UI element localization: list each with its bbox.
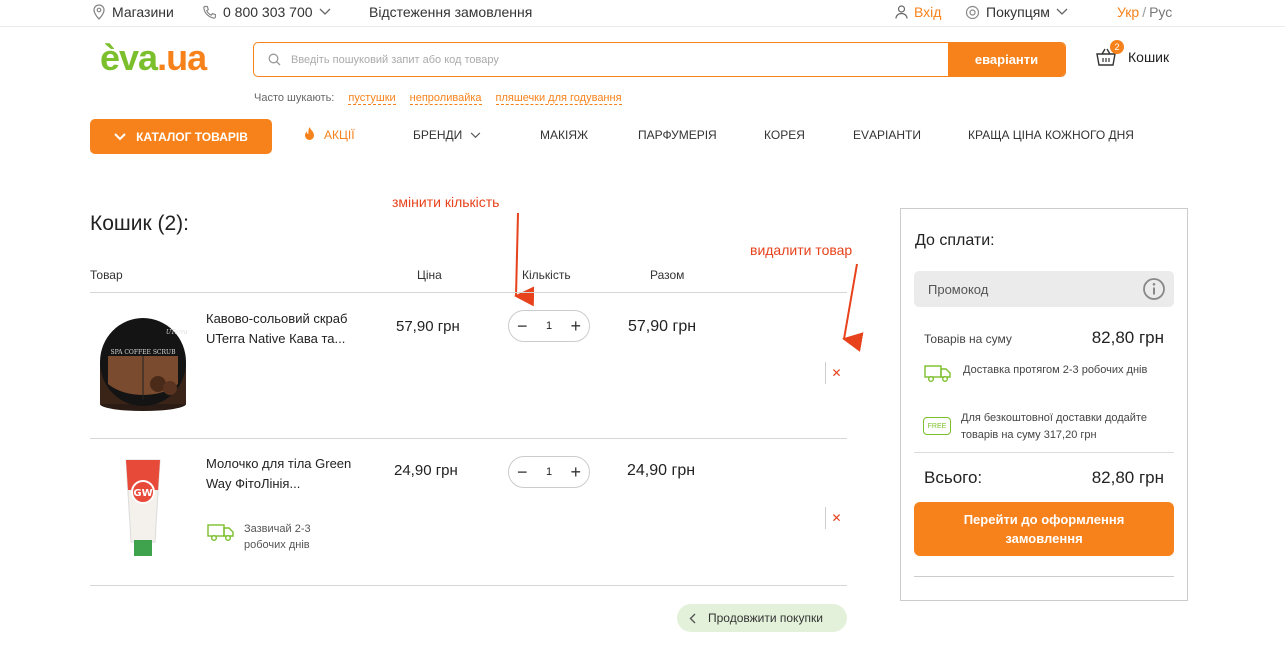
- delivery-text: Зазвичай 2-3 робочих днів: [244, 523, 311, 551]
- free-delivery-text: Для безкоштовної доставки додайте товарі…: [961, 412, 1147, 441]
- total-row: Всього: 82,80 грн: [924, 468, 1164, 488]
- summary-title: До сплати:: [915, 232, 995, 249]
- product-name[interactable]: Кавово-сольовий скраб UTerra Native Кава…: [206, 309, 356, 349]
- order-summary: До сплати: Промокод Товарів на суму 82,8…: [900, 208, 1188, 601]
- column-price: Ціна: [417, 268, 442, 282]
- product-total: 57,90 грн: [628, 318, 697, 335]
- delete-button[interactable]: ✕: [825, 362, 847, 384]
- quantity-stepper: − 1 +: [508, 310, 590, 342]
- column-quantity: Кількість: [522, 268, 571, 282]
- delete-button[interactable]: ✕: [825, 507, 847, 529]
- promo-placeholder: Промокод: [928, 281, 989, 297]
- minus-icon[interactable]: −: [517, 317, 528, 335]
- divider: [914, 452, 1174, 453]
- product-price: 24,90 грн: [394, 462, 458, 479]
- delivery-info: Зазвичай 2-3 робочих днів: [206, 521, 334, 553]
- plus-icon[interactable]: +: [570, 463, 581, 481]
- continue-label: Продовжити покупки: [708, 611, 823, 625]
- product-image-label: SPA COFFEE SCRUB: [110, 349, 176, 356]
- quantity-stepper: − 1 +: [508, 456, 590, 488]
- total-value: 82,80 грн: [1091, 468, 1164, 487]
- divider: [90, 438, 847, 439]
- arrow-to-quantity: [514, 212, 535, 307]
- free-badge-icon: FREE: [923, 417, 951, 435]
- continue-shopping-button[interactable]: Продовжити покупки: [677, 604, 847, 632]
- promo-code-field[interactable]: Промокод: [914, 271, 1174, 307]
- truck-icon: [924, 365, 951, 382]
- delivery-feature-text: Доставка протягом 2-3 робочих днів: [963, 364, 1148, 376]
- product-price: 57,90 грн: [396, 318, 460, 335]
- checkout-button[interactable]: Перейти до оформлення замовлення: [914, 502, 1174, 556]
- column-product: Товар: [90, 268, 123, 282]
- column-total: Разом: [650, 268, 685, 282]
- arrow-to-delete: [842, 263, 864, 352]
- chevron-left-icon: [689, 613, 696, 623]
- delivery-feature: Доставка протягом 2-3 робочих днів: [923, 362, 1173, 384]
- minus-icon[interactable]: −: [517, 463, 528, 481]
- product-name[interactable]: Молочко для тіла Green Way ФітоЛінія...: [206, 454, 356, 494]
- svg-text:UTerra: UTerra: [166, 329, 188, 336]
- info-icon[interactable]: [1142, 277, 1166, 301]
- product-image-label: GW: [133, 488, 152, 499]
- free-delivery-feature: FREE Для безкоштовної доставки додайте т…: [923, 410, 1173, 444]
- close-icon: ✕: [831, 366, 842, 380]
- divider: [90, 292, 847, 293]
- truck-icon: [207, 524, 234, 541]
- close-icon: ✕: [831, 511, 842, 525]
- goods-sum-row: Товарів на суму 82,80 грн: [924, 328, 1164, 348]
- divider: [90, 585, 847, 586]
- product-image[interactable]: SPA COFFEE SCRUB UTerra: [96, 306, 190, 416]
- product-image[interactable]: GW: [96, 452, 190, 562]
- quantity-value[interactable]: 1: [546, 320, 552, 332]
- plus-icon[interactable]: +: [570, 317, 581, 335]
- total-label: Всього:: [924, 468, 983, 487]
- goods-sum-label: Товарів на суму: [924, 332, 1012, 346]
- divider: [914, 576, 1174, 577]
- quantity-value[interactable]: 1: [546, 466, 552, 478]
- goods-sum-value: 82,80 грн: [1091, 328, 1164, 347]
- product-total: 24,90 грн: [627, 462, 696, 479]
